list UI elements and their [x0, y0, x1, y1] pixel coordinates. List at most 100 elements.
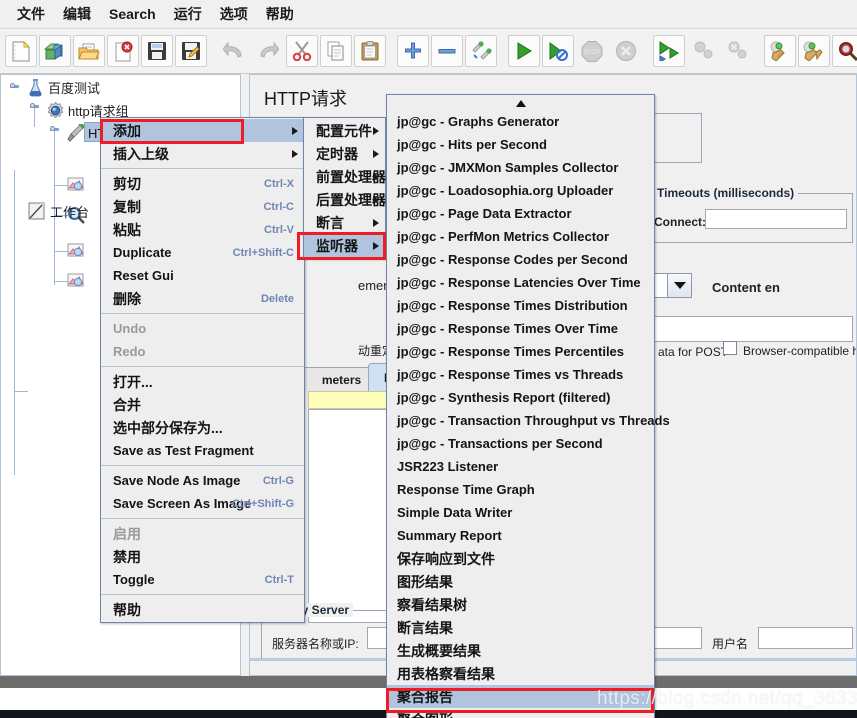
listener-item-page-data-extractor[interactable]: jp@gc - Page Data Extractor: [387, 202, 654, 225]
chevron-down-icon[interactable]: [667, 274, 691, 297]
toolbar-search-button[interactable]: [832, 35, 857, 67]
toolbar-clear-all-button[interactable]: [798, 35, 830, 67]
listener-item-response-times-distribution[interactable]: jp@gc - Response Times Distribution: [387, 294, 654, 317]
context-menu-item-disable[interactable]: 禁用: [101, 545, 304, 568]
context-menu-item-copy[interactable]: 复制 Ctrl-C: [101, 195, 304, 218]
toolbar-remote-shutdown-all-button[interactable]: [721, 35, 753, 67]
toolbar-new-button[interactable]: [5, 35, 37, 67]
listener-item-response-times-vs-threads[interactable]: jp@gc - Response Times vs Threads: [387, 363, 654, 386]
listener-item-graph-results[interactable]: 图形结果: [387, 570, 654, 593]
toolbar-copy-button[interactable]: [320, 35, 352, 67]
context-menu-item-open[interactable]: 打开...: [101, 370, 304, 393]
submenu-item-post-processor[interactable]: 后置处理器: [304, 188, 386, 211]
toolbar-undo-button[interactable]: [218, 35, 250, 67]
toolbar-paste-button[interactable]: [354, 35, 386, 67]
menu-edit[interactable]: 编辑: [54, 1, 100, 27]
listener-item-synthesis-report[interactable]: jp@gc - Synthesis Report (filtered): [387, 386, 654, 409]
listener-item-response-times-percentiles[interactable]: jp@gc - Response Times Percentiles: [387, 340, 654, 363]
listener-item-response-latencies-over-time[interactable]: jp@gc - Response Latencies Over Time: [387, 271, 654, 294]
add-submenu[interactable]: 配置元件 定时器 前置处理器 后置处理器 断言 监听器: [303, 117, 386, 259]
toolbar-toggle-button[interactable]: [465, 35, 497, 67]
toolbar-shutdown-button[interactable]: [610, 35, 642, 67]
menu-scroll-up-arrow[interactable]: [387, 96, 654, 110]
listener-icon: [67, 272, 84, 288]
tree-node-child-listener-1[interactable]: [67, 242, 84, 258]
listener-item-response-times-over-time[interactable]: jp@gc - Response Times Over Time: [387, 317, 654, 340]
tree-expand-handle-request[interactable]: [50, 125, 59, 134]
listener-item-view-results-tree[interactable]: 察看结果树: [387, 593, 654, 616]
toolbar-remote-start-all-button[interactable]: [653, 35, 685, 67]
context-menu-item-save-node-as-image[interactable]: Save Node As Image Ctrl-G: [101, 469, 304, 492]
toolbar-collapse-all-button[interactable]: [431, 35, 463, 67]
context-menu-item-paste[interactable]: 粘贴 Ctrl-V: [101, 218, 304, 241]
browser-compat-headers-checkbox[interactable]: [723, 341, 737, 355]
context-menu-item-save-screen-as-image[interactable]: Save Screen As Image Ctrl+Shift-G: [101, 492, 304, 515]
listener-item-response-codes-per-second[interactable]: jp@gc - Response Codes per Second: [387, 248, 654, 271]
listener-item-perfmon-metrics-collector[interactable]: jp@gc - PerfMon Metrics Collector: [387, 225, 654, 248]
listener-item-assertion-results[interactable]: 断言结果: [387, 616, 654, 639]
menu-help[interactable]: 帮助: [257, 1, 303, 27]
context-menu-item-toggle[interactable]: Toggle Ctrl-T: [101, 568, 304, 591]
submenu-item-assertion[interactable]: 断言: [304, 211, 385, 234]
toolbar-clear-button[interactable]: [764, 35, 796, 67]
tree-expand-handle-plan[interactable]: [10, 82, 19, 91]
tree-expand-handle-group[interactable]: [30, 102, 39, 111]
menu-item-label: jp@gc - Page Data Extractor: [397, 206, 572, 221]
menu-file[interactable]: 文件: [8, 1, 54, 27]
tree-node-workbench[interactable]: 工作台: [27, 202, 89, 221]
context-menu-item-merge[interactable]: 合并: [101, 393, 304, 416]
toolbar-remote-stop-all-button[interactable]: [687, 35, 719, 67]
toolbar-start-button[interactable]: [508, 35, 540, 67]
listener-item-transaction-throughput-vs-threads[interactable]: jp@gc - Transaction Throughput vs Thread…: [387, 409, 670, 432]
context-menu-item-save-as-test-fragment[interactable]: Save as Test Fragment: [101, 439, 304, 462]
context-menu-item-add[interactable]: 添加: [101, 119, 304, 142]
listener-submenu[interactable]: jp@gc - Graphs Generator jp@gc - Hits per…: [386, 94, 670, 718]
listener-item-transactions-per-second[interactable]: jp@gc - Transactions per Second: [387, 432, 654, 455]
toolbar-save-button[interactable]: [141, 35, 173, 67]
context-menu-item-reset-gui[interactable]: Reset Gui: [101, 264, 304, 287]
menu-search[interactable]: Search: [100, 3, 165, 25]
listener-item-hits-per-second[interactable]: jp@gc - Hits per Second: [387, 133, 654, 156]
listener-item-save-responses-to-file[interactable]: 保存响应到文件: [387, 547, 654, 570]
submenu-item-listener[interactable]: 监听器: [304, 234, 385, 257]
tree-node-child-config[interactable]: [67, 176, 84, 192]
listener-item-generate-summary-results[interactable]: 生成概要结果: [387, 639, 654, 662]
menu-run[interactable]: 运行: [165, 1, 211, 27]
listener-item-view-results-in-table[interactable]: 用表格察看结果: [387, 662, 654, 685]
context-menu-item-delete[interactable]: 删除 Delete: [101, 287, 304, 310]
proxy-username-field[interactable]: [758, 627, 853, 649]
listener-item-jsr223-listener[interactable]: JSR223 Listener: [387, 455, 654, 478]
listener-item-summary-report[interactable]: Summary Report: [387, 524, 654, 547]
listener-item-loadosophia-uploader[interactable]: jp@gc - Loadosophia.org Uploader: [387, 179, 654, 202]
menu-options[interactable]: 选项: [211, 1, 257, 27]
context-menu-item-cut[interactable]: 剪切 Ctrl-X: [101, 172, 304, 195]
listener-item-jmxmon-samples-collector[interactable]: jp@gc - JMXMon Samples Collector: [387, 156, 654, 179]
submenu-item-pre-processor[interactable]: 前置处理器: [304, 165, 386, 188]
listener-item-response-time-graph[interactable]: Response Time Graph: [387, 478, 654, 501]
toolbar-cut-button[interactable]: [286, 35, 318, 67]
listener-item-graphs-generator[interactable]: jp@gc - Graphs Generator: [387, 110, 654, 133]
toolbar-redo-button[interactable]: [252, 35, 284, 67]
context-menu-item-insert-parent[interactable]: 插入上级: [101, 142, 304, 165]
submenu-item-config-element[interactable]: 配置元件: [304, 119, 385, 142]
submenu-item-timer[interactable]: 定时器: [304, 142, 385, 165]
toolbar-stop-button[interactable]: STOP: [576, 35, 608, 67]
tree-node-test-plan[interactable]: 百度测试: [27, 78, 100, 97]
toolbar-expand-all-button[interactable]: [397, 35, 429, 67]
toolbar-save-as-button[interactable]: [175, 35, 207, 67]
context-menu-item-save-selection-as[interactable]: 选中部分保存为...: [101, 416, 304, 439]
toolbar-templates-button[interactable]: [39, 35, 71, 67]
menu-item-label: 启用: [113, 525, 141, 542]
minus-icon: [437, 41, 457, 61]
toolbar-open-button[interactable]: [73, 35, 105, 67]
tree-node-child-listener-2[interactable]: [67, 272, 84, 288]
context-menu-item-duplicate[interactable]: Duplicate Ctrl+Shift-C: [101, 241, 304, 264]
connect-timeout-field[interactable]: [705, 209, 847, 229]
toolbar-start-no-pauses-button[interactable]: [542, 35, 574, 67]
menu-item-shortcut: Ctrl+Shift-G: [231, 497, 294, 510]
tree-context-menu[interactable]: 添加 插入上级剪切 Ctrl-X 复制 Ctrl-C 粘贴 Ctrl-V Duplicate C…: [100, 117, 305, 623]
listener-item-simple-data-writer[interactable]: Simple Data Writer: [387, 501, 654, 524]
toolbar-close-button[interactable]: [107, 35, 139, 67]
plus-icon: [403, 41, 423, 61]
context-menu-item-help[interactable]: 帮助: [101, 598, 304, 621]
